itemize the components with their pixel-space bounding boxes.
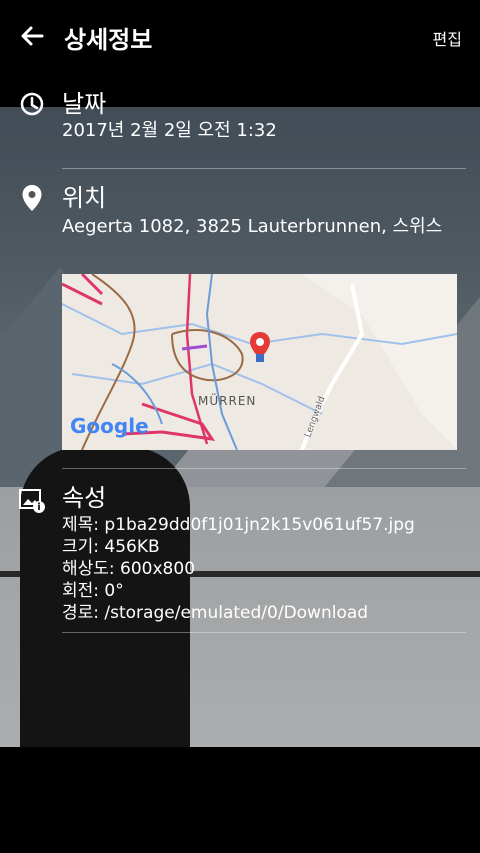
divider — [62, 468, 466, 469]
location-title: 위치 — [62, 184, 107, 212]
location-map[interactable]: MÜRREN Lengwald Google — [62, 274, 457, 450]
clock-icon — [18, 90, 46, 118]
google-logo: Google — [70, 414, 149, 438]
edit-button[interactable]: 편집 — [433, 26, 462, 50]
property-size: 크기: 456KB — [62, 537, 160, 557]
image-info-icon — [18, 486, 46, 514]
divider — [62, 168, 466, 169]
page-title: 상세정보 — [64, 26, 153, 54]
property-resolution: 해상도: 600x800 — [62, 559, 196, 579]
location-address: Aegerta 1082, 3825 Lauterbrunnen, 스위스 — [62, 216, 443, 237]
property-rotation: 회전: 0° — [62, 581, 124, 601]
properties-title: 속성 — [62, 484, 107, 512]
divider — [62, 632, 466, 633]
date-title: 날짜 — [62, 90, 107, 118]
properties-list: 제목: p1ba29dd0f1j01jn2k15v061uf57.jpg 크기:… — [62, 514, 472, 624]
location-pin-icon — [18, 184, 46, 212]
property-path: 경로: /storage/emulated/0/Download — [62, 603, 369, 623]
back-arrow-icon[interactable] — [16, 20, 48, 52]
date-value: 2017년 2월 2일 오전 1:32 — [62, 120, 277, 141]
map-place-label: MÜRREN — [198, 394, 257, 408]
property-title: 제목: p1ba29dd0f1j01jn2k15v061uf57.jpg — [62, 515, 415, 535]
top-bar: 상세정보 편집 — [0, 0, 480, 72]
